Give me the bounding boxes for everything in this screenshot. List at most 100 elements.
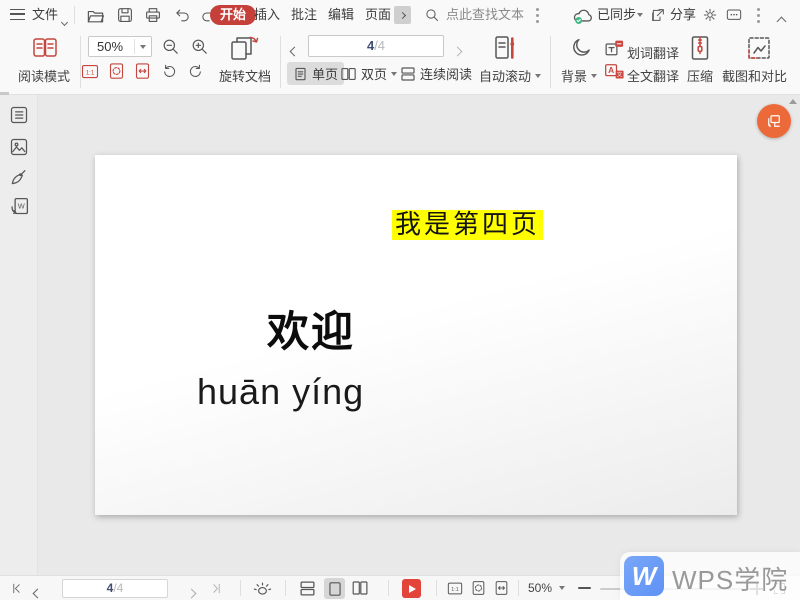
svg-text:1:1: 1:1 xyxy=(86,70,95,76)
zoom-in-icon[interactable] xyxy=(190,37,209,56)
status-actual-size-icon[interactable]: 1:1 xyxy=(447,581,463,596)
status-zoom-value[interactable]: 50% xyxy=(528,576,552,600)
compress-button[interactable]: 压缩 xyxy=(687,66,713,85)
prev-page-status-icon[interactable] xyxy=(34,585,41,600)
convert-fab-button[interactable] xyxy=(757,104,791,138)
background-label: 背景 xyxy=(561,66,587,85)
title-bar: 文件 开始 插入 批注 编辑 页面 点此查找文本 已同步 分享 xyxy=(0,0,800,30)
tab-comment[interactable]: 批注 xyxy=(291,0,317,30)
document-viewport[interactable]: 我是第四页 欢迎 huān yíng xyxy=(38,95,800,575)
last-page-icon[interactable] xyxy=(210,582,223,595)
svg-text:A: A xyxy=(608,65,614,75)
status-page-input[interactable]: 4/4 xyxy=(62,579,168,598)
screenshot-compare-icon[interactable] xyxy=(746,35,772,61)
thumbnail-panel-icon[interactable] xyxy=(9,137,29,157)
tab-home[interactable]: 开始 xyxy=(210,5,256,25)
main-menu-icon[interactable] xyxy=(10,9,25,20)
ribbon-toolbar: 阅读模式 50% 1:1 旋转文档 4/4 单页 双页 连续阅读 自动滚动 xyxy=(0,30,800,95)
search-more-icon[interactable] xyxy=(536,14,539,17)
sync-status[interactable]: 已同步 xyxy=(597,0,636,30)
status-double-page-icon[interactable] xyxy=(351,580,369,596)
single-page-label: 单页 xyxy=(312,64,338,83)
status-zoom-dropdown-icon[interactable] xyxy=(559,586,565,590)
next-page-status-icon[interactable] xyxy=(188,585,195,600)
rotate-document-icon[interactable] xyxy=(228,34,260,62)
read-mode-icon[interactable] xyxy=(32,36,58,60)
first-page-icon[interactable] xyxy=(10,582,23,595)
scroll-up-icon[interactable] xyxy=(789,99,797,104)
highlighted-text: 我是第四页 xyxy=(392,210,543,240)
next-page-icon[interactable] xyxy=(454,43,461,58)
page-number-input[interactable]: 4/4 xyxy=(308,35,444,57)
actual-size-icon[interactable]: 1:1 xyxy=(81,63,99,80)
sync-dropdown-icon[interactable] xyxy=(637,13,643,17)
auto-scroll-button[interactable]: 自动滚动 xyxy=(479,66,541,85)
print-icon[interactable] xyxy=(144,6,162,24)
pdf-to-word-icon[interactable]: W xyxy=(9,196,30,217)
pinyin-text: huān yíng xyxy=(197,371,364,413)
tab-edit[interactable]: 编辑 xyxy=(328,0,354,30)
compress-icon[interactable] xyxy=(690,35,710,61)
word-translate-icon[interactable] xyxy=(604,39,624,58)
screenshot-compare-button[interactable]: 截图和对比 xyxy=(722,66,787,85)
status-fit-page-icon[interactable] xyxy=(471,580,486,596)
left-sidebar: W xyxy=(0,95,38,575)
rotate-document-button[interactable]: 旋转文档 xyxy=(219,66,271,85)
total-pages: /4 xyxy=(374,38,385,53)
undo-icon[interactable] xyxy=(174,7,191,24)
tab-page[interactable]: 页面 xyxy=(365,0,391,30)
feedback-comment-icon[interactable] xyxy=(726,8,742,22)
continuous-read-button[interactable]: 连续阅读 xyxy=(400,62,472,85)
cloud-sync-icon[interactable] xyxy=(572,6,593,25)
double-page-view-button[interactable]: 双页 xyxy=(340,62,397,85)
divider xyxy=(74,6,75,24)
collapse-ribbon-icon[interactable] xyxy=(778,13,785,28)
continuous-read-icon xyxy=(400,66,416,82)
full-translate-icon[interactable]: A文 xyxy=(604,61,624,81)
rotate-right-icon[interactable] xyxy=(187,63,204,80)
more-options-icon[interactable] xyxy=(757,14,760,17)
file-menu[interactable]: 文件 xyxy=(32,0,58,30)
fit-width-icon[interactable] xyxy=(134,62,151,80)
wps-logo-letter: W xyxy=(632,561,657,592)
divider xyxy=(550,36,551,88)
svg-text:W: W xyxy=(18,202,25,211)
zoom-minus-button[interactable] xyxy=(578,587,591,589)
search-icon[interactable] xyxy=(424,7,440,23)
divider xyxy=(80,36,81,88)
zoom-out-icon[interactable] xyxy=(161,37,180,56)
double-page-label: 双页 xyxy=(361,64,387,83)
divider xyxy=(518,580,519,596)
background-button[interactable]: 背景 xyxy=(561,66,597,85)
auto-scroll-icon[interactable] xyxy=(493,34,515,62)
save-icon[interactable] xyxy=(116,6,134,24)
full-translate-button[interactable]: 全文翻译 xyxy=(627,66,679,85)
divider xyxy=(285,580,286,596)
tab-insert[interactable]: 插入 xyxy=(254,0,280,30)
divider xyxy=(240,580,241,596)
outline-panel-icon[interactable] xyxy=(9,105,29,125)
background-moon-icon[interactable] xyxy=(570,36,593,59)
eye-protect-icon[interactable] xyxy=(253,580,272,597)
share-icon[interactable] xyxy=(650,7,666,23)
rotate-left-icon[interactable] xyxy=(161,63,178,80)
wps-academy-watermark: W WPS学院 xyxy=(620,552,800,600)
status-continuous-icon[interactable] xyxy=(299,580,316,597)
status-single-page-icon[interactable] xyxy=(324,578,345,599)
page-title: 欢迎 xyxy=(267,298,355,359)
share-button[interactable]: 分享 xyxy=(670,0,696,30)
annotation-pen-icon[interactable] xyxy=(9,167,29,187)
fit-page-icon[interactable] xyxy=(108,62,125,80)
single-page-view-button[interactable]: 单页 xyxy=(287,62,344,85)
word-translate-button[interactable]: 划词翻译 xyxy=(627,43,679,62)
status-fit-width-icon[interactable] xyxy=(494,580,509,596)
read-mode-button[interactable]: 阅读模式 xyxy=(18,66,70,85)
search-input[interactable]: 点此查找文本 xyxy=(446,0,524,30)
settings-gear-icon[interactable] xyxy=(702,7,718,23)
play-slideshow-button[interactable] xyxy=(402,579,421,598)
svg-text:1:1: 1:1 xyxy=(451,587,458,593)
prev-page-icon[interactable] xyxy=(291,43,298,58)
zoom-select[interactable]: 50% xyxy=(88,36,152,57)
open-file-icon[interactable] xyxy=(86,6,105,25)
more-tabs-button[interactable] xyxy=(394,6,411,24)
